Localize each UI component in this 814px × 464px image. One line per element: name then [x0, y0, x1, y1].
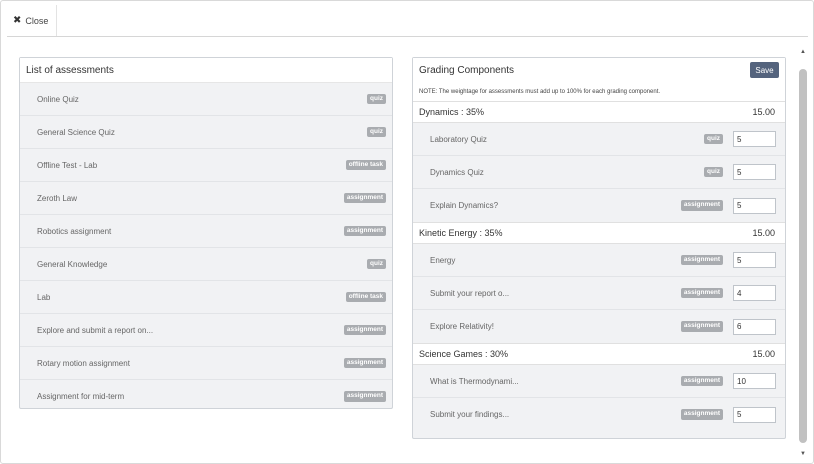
component-item: Explore Relativity! assignment [413, 310, 785, 343]
component-item: Explain Dynamics? assignment [413, 189, 785, 222]
type-badge: assignment [680, 200, 723, 211]
type-badge: assignment [680, 375, 723, 387]
modal-frame: ✖ Close ▲ ▼ List of assessments Online Q… [0, 0, 814, 464]
type-badge: offline task [345, 159, 386, 171]
weight-input[interactable] [733, 197, 776, 214]
list-item[interactable]: Rotary motion assignment assignment [20, 347, 392, 380]
type-badge: offline task [345, 291, 386, 303]
component-item-name: Submit your report o... [430, 288, 510, 298]
assessment-name: Explore and submit a report on... [37, 325, 154, 335]
list-item[interactable]: General Science Quiz quiz [20, 116, 392, 149]
component-label: Kinetic Energy : 35% [419, 228, 503, 238]
grading-panel-title: Grading Components Save [413, 58, 785, 83]
type-badge: assignment [680, 321, 723, 332]
close-button[interactable]: ✖ Close [5, 5, 58, 36]
component-item-name: Explore Relativity! [430, 322, 495, 331]
type-badge: assignment [343, 225, 386, 237]
grading-component-header: Dynamics : 35% 15.00 [413, 101, 785, 123]
scroll-up-icon[interactable]: ▲ [799, 47, 807, 57]
header-divider [7, 36, 808, 37]
close-icon: ✖ [13, 15, 22, 26]
component-item-name: What is Thermodynami... [430, 376, 519, 386]
assessment-name: General Knowledge [37, 259, 108, 269]
grading-component-header: Kinetic Energy : 35% 15.00 [413, 222, 785, 244]
close-label: Close [25, 15, 49, 26]
vertical-scrollbar[interactable]: ▲ ▼ [798, 47, 808, 459]
component-total: 15.00 [752, 349, 775, 359]
component-item: Laboratory Quiz quiz [413, 123, 785, 156]
type-badge: quiz [367, 93, 386, 105]
type-badge: assignment [343, 391, 386, 402]
grading-panel-title-text: Grading Components [419, 65, 515, 76]
type-badge: quiz [367, 258, 386, 270]
list-item[interactable]: Robotics assignment assignment [20, 215, 392, 248]
component-label: Science Games : 30% [419, 349, 509, 359]
assessment-name: Assignment for mid-term [37, 392, 125, 401]
component-item-name: Energy [430, 255, 456, 265]
assessment-name: Online Quiz [37, 94, 79, 104]
weight-input[interactable] [733, 373, 776, 389]
component-item-name: Submit your findings... [430, 410, 510, 419]
weight-input[interactable] [733, 406, 776, 423]
scroll-down-icon[interactable]: ▼ [799, 449, 807, 459]
component-item: Submit your report o... assignment [413, 277, 785, 310]
list-item[interactable]: Assignment for mid-term assignment [20, 380, 392, 413]
type-badge: quiz [704, 133, 723, 145]
save-button[interactable]: Save [750, 62, 779, 78]
component-total: 15.00 [752, 228, 775, 238]
list-item[interactable]: Online Quiz quiz [20, 83, 392, 116]
list-item[interactable]: Offline Test - Lab offline task [20, 149, 392, 182]
assessment-name: Zeroth Law [37, 193, 78, 203]
type-badge: quiz [367, 126, 386, 138]
list-item[interactable]: Explore and submit a report on... assign… [20, 314, 392, 347]
assessments-list: Online Quiz quiz General Science Quiz qu… [20, 83, 392, 413]
component-item: What is Thermodynami... assignment [413, 365, 785, 398]
type-badge: quiz [704, 166, 723, 178]
assessment-name: Offline Test - Lab [37, 160, 98, 170]
weight-input[interactable] [733, 318, 776, 335]
list-item[interactable]: General Knowledge quiz [20, 248, 392, 281]
weight-input[interactable] [733, 131, 776, 147]
type-badge: assignment [680, 254, 723, 266]
component-item-name: Explain Dynamics? [430, 201, 499, 210]
type-badge: assignment [343, 324, 386, 336]
component-item-name: Laboratory Quiz [430, 134, 487, 144]
component-item-name: Dynamics Quiz [430, 167, 484, 177]
list-item[interactable]: Zeroth Law assignment [20, 182, 392, 215]
scrollbar-thumb[interactable] [799, 69, 807, 443]
component-item: Submit your findings... assignment [413, 398, 785, 431]
grading-components-panel: Grading Components Save NOTE: The weight… [412, 57, 786, 439]
type-badge: assignment [680, 409, 723, 420]
type-badge: assignment [343, 192, 386, 204]
weightage-note: NOTE: The weightage for assessments must… [413, 83, 785, 101]
assessment-name: Robotics assignment [37, 226, 112, 236]
modal-topbar: ✖ Close [1, 1, 813, 37]
weight-input[interactable] [733, 285, 776, 301]
list-item[interactable]: Lab offline task [20, 281, 392, 314]
type-badge: assignment [680, 287, 723, 299]
component-item: Dynamics Quiz quiz [413, 156, 785, 189]
assessment-name: General Science Quiz [37, 127, 115, 137]
component-item: Energy assignment [413, 244, 785, 277]
assessment-name: Lab [37, 292, 51, 302]
component-total: 15.00 [752, 107, 775, 117]
component-label: Dynamics : 35% [419, 107, 485, 117]
weight-input[interactable] [733, 252, 776, 268]
type-badge: assignment [343, 357, 386, 369]
weight-input[interactable] [733, 164, 776, 180]
assessments-panel-title: List of assessments [20, 58, 392, 83]
assessments-panel: List of assessments Online Quiz quiz Gen… [19, 57, 393, 409]
assessment-name: Rotary motion assignment [37, 358, 130, 368]
grading-component-header: Science Games : 30% 15.00 [413, 343, 785, 365]
